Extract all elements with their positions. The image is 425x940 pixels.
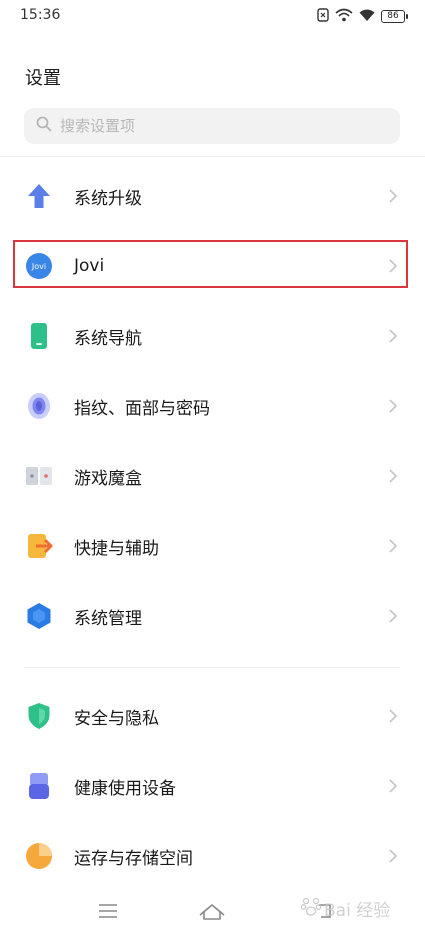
game-box-icon	[24, 461, 54, 491]
battery-indicator: 86	[381, 9, 408, 23]
section-divider	[24, 667, 400, 668]
sim-icon	[317, 7, 329, 26]
paw-logo-icon	[300, 895, 322, 921]
chevron-right-icon	[387, 328, 399, 344]
menu-icon	[97, 903, 119, 923]
search-icon	[36, 116, 52, 136]
menu-button[interactable]	[93, 900, 123, 926]
status-time: 15:36	[20, 7, 61, 23]
settings-item-fingerprint[interactable]: 指纹、面部与密码	[0, 371, 425, 441]
status-icons: 86	[317, 7, 408, 26]
fingerprint-icon	[24, 391, 54, 421]
upgrade-arrow-icon	[24, 181, 54, 211]
section-divider	[0, 156, 425, 157]
settings-item-label: 安全与隐私	[74, 708, 159, 729]
settings-item-system-upgrade[interactable]: 系统升级	[0, 161, 425, 231]
shortcut-icon	[24, 531, 54, 561]
health-usage-icon	[24, 771, 54, 801]
settings-item-label: 快捷与辅助	[74, 538, 159, 559]
security-shield-icon	[24, 701, 54, 731]
highlight-box	[13, 240, 408, 288]
storage-pie-icon	[24, 841, 54, 871]
settings-item-security-privacy[interactable]: 安全与隐私	[0, 681, 425, 751]
home-icon	[198, 901, 226, 925]
chevron-right-icon	[387, 398, 399, 414]
settings-item-shortcuts[interactable]: 快捷与辅助	[0, 511, 425, 581]
settings-item-label: 健康使用设备	[74, 778, 176, 799]
chevron-right-icon	[387, 188, 399, 204]
settings-item-label: 游戏魔盒	[74, 468, 142, 489]
search-box[interactable]	[24, 108, 400, 144]
wifi-icon	[359, 7, 375, 26]
settings-item-label: 系统管理	[74, 608, 142, 629]
baidu-watermark: Bai 经验	[300, 886, 410, 930]
settings-item-label: 系统导航	[74, 328, 142, 349]
search-input[interactable]	[60, 117, 360, 135]
chevron-right-icon	[387, 778, 399, 794]
page-title: 设置	[25, 68, 61, 89]
wifi-signal-icon	[335, 7, 353, 26]
settings-item-label: 系统升级	[74, 188, 142, 209]
settings-item-label: 运存与存储空间	[74, 848, 193, 869]
chevron-right-icon	[387, 708, 399, 724]
settings-item-label: 指纹、面部与密码	[74, 398, 210, 419]
settings-item-system-navigation[interactable]: 系统导航	[0, 301, 425, 371]
home-button[interactable]	[197, 900, 227, 926]
status-bar: 15:36 86	[0, 0, 425, 32]
phone-navigation-icon	[24, 321, 54, 351]
chevron-right-icon	[387, 848, 399, 864]
settings-item-game-box[interactable]: 游戏魔盒	[0, 441, 425, 511]
settings-item-memory-storage[interactable]: 运存与存储空间	[0, 821, 425, 891]
settings-item-health-usage[interactable]: 健康使用设备	[0, 751, 425, 821]
chevron-right-icon	[387, 468, 399, 484]
watermark-text: Bai 经验	[324, 900, 391, 921]
chevron-right-icon	[387, 608, 399, 624]
settings-item-system-management[interactable]: 系统管理	[0, 581, 425, 651]
chevron-right-icon	[387, 538, 399, 554]
system-management-icon	[24, 601, 54, 631]
